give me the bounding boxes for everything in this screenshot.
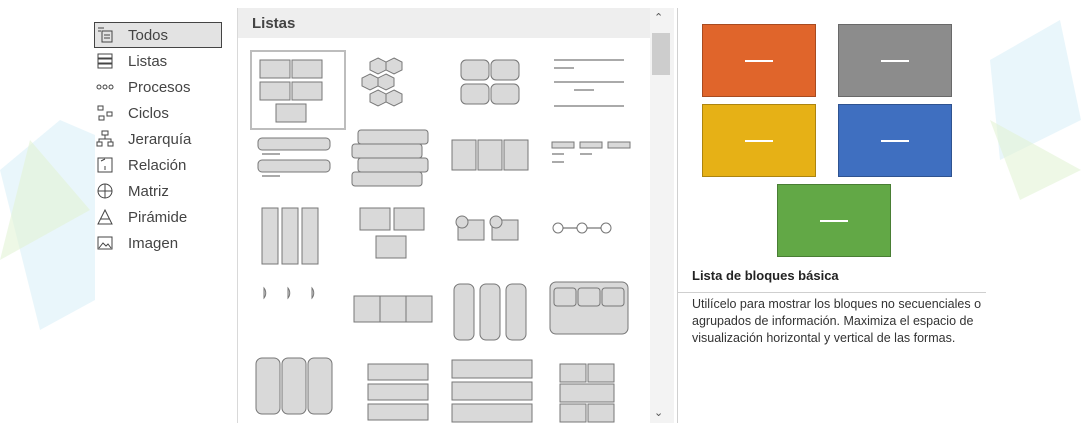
layout-thumb-hexagon-cluster[interactable] <box>348 50 444 130</box>
scroll-up-arrow[interactable]: ⌃ <box>654 11 663 24</box>
sidebar-item-label: Procesos <box>128 78 191 96</box>
placeholder-dash <box>881 59 909 62</box>
process-icon <box>96 78 114 96</box>
layout-thumb-segmented-table[interactable] <box>544 354 640 423</box>
relationship-icon <box>96 156 114 174</box>
sidebar-item-0[interactable]: Todos <box>94 22 222 48</box>
preview-block-0 <box>702 24 816 97</box>
layout-thumb-vertical-picture-list[interactable] <box>446 278 542 358</box>
preview-block-2 <box>702 104 816 177</box>
pyramid-icon <box>96 208 114 226</box>
layout-thumb-chevron-list[interactable] <box>348 278 444 358</box>
preview-block-1 <box>838 24 952 97</box>
preview-title: Lista de bloques básica <box>692 268 839 283</box>
layout-thumb-table-list[interactable] <box>544 126 640 206</box>
sidebar-item-label: Todos <box>128 26 169 44</box>
layout-thumb-half-circle-list[interactable] <box>250 278 346 358</box>
sidebar-item-2[interactable]: Procesos <box>96 74 226 100</box>
sidebar-item-label: Listas <box>128 52 168 70</box>
layout-thumb-vertical-box-list[interactable] <box>250 202 346 282</box>
layout-thumb-basic-block-list[interactable] <box>250 50 346 130</box>
sidebar-item-label: Jerarquía <box>128 130 192 148</box>
sidebar-item-1[interactable]: Listas <box>96 48 226 74</box>
all-icon <box>96 26 114 44</box>
matrix-icon <box>96 182 114 200</box>
placeholder-dash <box>745 59 773 62</box>
hierarchy-icon <box>96 130 114 148</box>
list-icon <box>96 52 114 70</box>
sidebar-item-6[interactable]: Matriz <box>96 178 226 204</box>
layout-thumb-grouped-blocks[interactable] <box>446 50 542 130</box>
category-sidebar: Todos Listas Procesos Ciclos Jerarquía Relaci… <box>94 22 226 256</box>
layout-thumb-horizontal-bullet-list[interactable] <box>446 126 542 206</box>
layout-gallery: Listas <box>237 8 675 423</box>
scroll-down-arrow[interactable]: ⌄ <box>654 406 663 419</box>
preview-panel: Lista de bloques básica Utilícelo para m… <box>678 8 988 423</box>
sidebar-item-label: Imagen <box>128 234 179 252</box>
preview-block-4 <box>777 184 891 257</box>
sidebar-item-label: Pirámide <box>128 208 188 226</box>
picture-icon <box>96 234 114 252</box>
layout-thumb-picture-lined-list[interactable] <box>446 354 542 423</box>
layout-thumb-vertical-bullet-list[interactable] <box>250 126 346 206</box>
layout-thumb-grid-matrix[interactable] <box>544 278 640 358</box>
sidebar-item-8[interactable]: Imagen <box>96 230 226 256</box>
layout-thumb-picture-caption-list[interactable] <box>348 202 444 282</box>
preview-description: Utilícelo para mostrar los bloques no se… <box>692 297 982 345</box>
sidebar-item-7[interactable]: Pirámide <box>96 204 226 230</box>
placeholder-dash <box>820 219 848 222</box>
sidebar-item-3[interactable]: Ciclos <box>96 100 226 126</box>
sidebar-item-label: Relación <box>128 156 187 174</box>
layout-thumb-circle-label-list[interactable] <box>446 202 542 282</box>
layout-thumb-stacked-list[interactable] <box>348 126 444 206</box>
cycle-icon <box>96 104 114 122</box>
layout-thumb-process-circles[interactable] <box>544 202 640 282</box>
sidebar-item-label: Matriz <box>128 182 169 200</box>
layout-thumb-lined-list[interactable] <box>544 50 640 130</box>
gallery-header: Listas <box>238 8 652 38</box>
layout-thumb-tab-list[interactable] <box>348 354 444 423</box>
scroll-thumb[interactable] <box>652 33 670 75</box>
placeholder-dash <box>881 139 909 142</box>
preview-separator <box>678 292 986 293</box>
layout-thumb-circle-arrow-list[interactable] <box>250 354 346 423</box>
sidebar-item-4[interactable]: Jerarquía <box>96 126 226 152</box>
placeholder-dash <box>745 139 773 142</box>
gallery-scrollbar[interactable]: ⌃ ⌄ <box>650 8 674 423</box>
preview-block-3 <box>838 104 952 177</box>
sidebar-item-label: Ciclos <box>128 104 169 122</box>
sidebar-item-5[interactable]: Relación <box>96 152 226 178</box>
